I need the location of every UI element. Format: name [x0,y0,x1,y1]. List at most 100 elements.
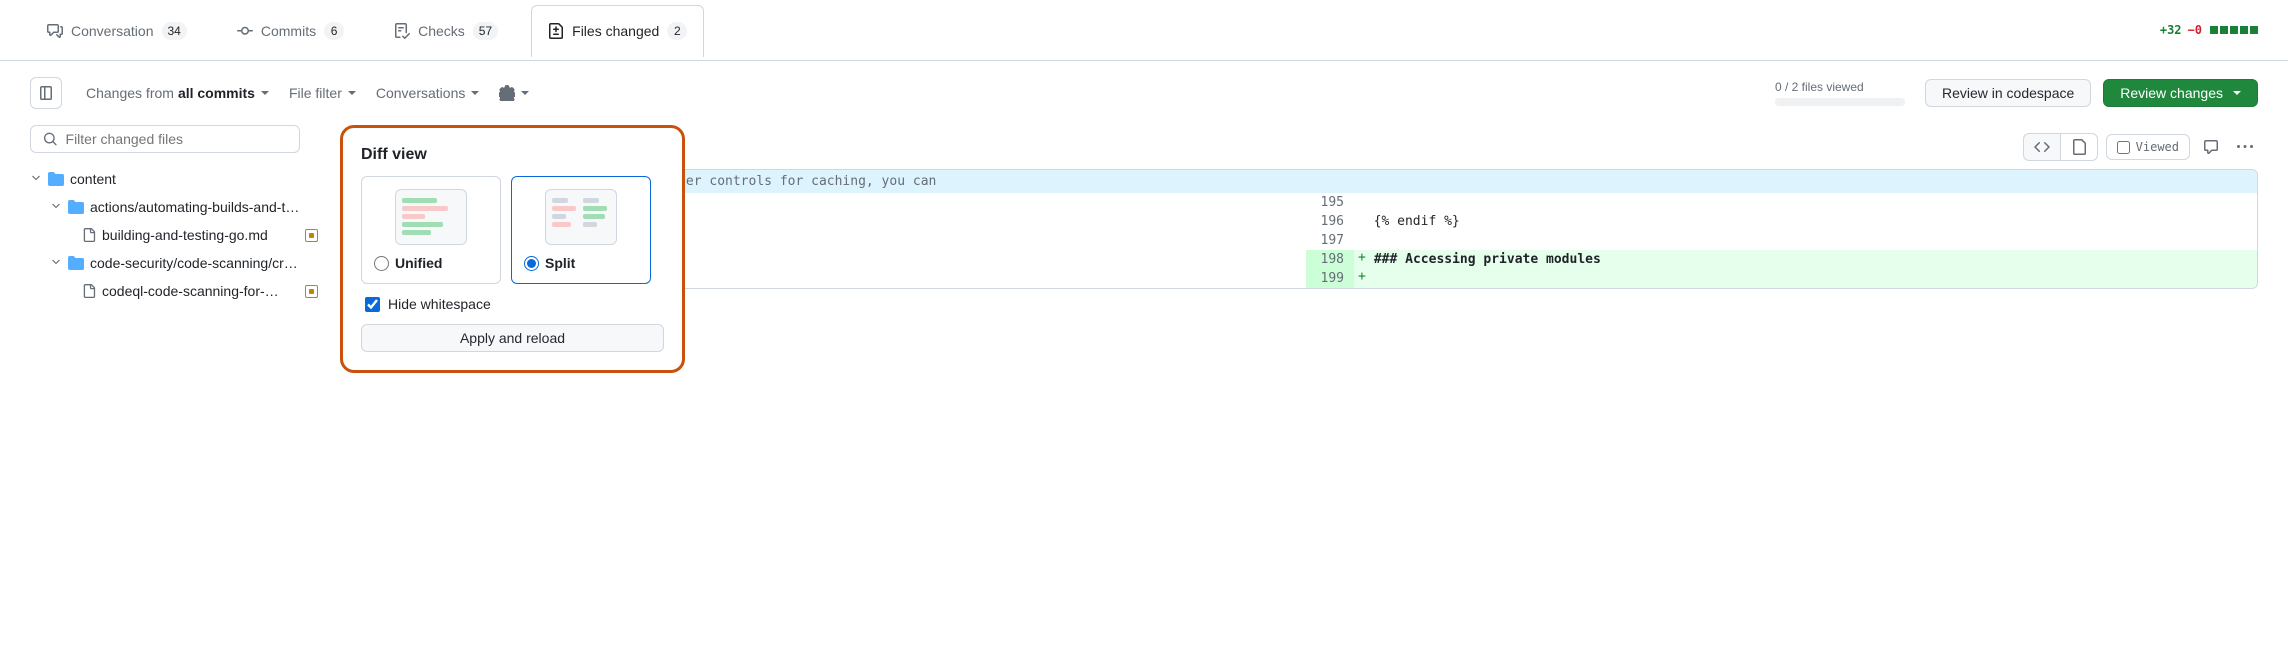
viewed-checkbox[interactable] [2117,141,2130,154]
line-number: 198 [1306,250,1354,269]
gear-icon [499,85,515,101]
tree-folder-actions[interactable]: actions/automating-builds-and-t… [30,193,318,221]
review-changes-label: Review changes [2120,85,2223,101]
unified-preview-icon [395,189,467,245]
split-preview-icon [545,189,617,245]
file-icon [2071,139,2087,155]
caret-down-icon [261,91,269,95]
files-viewed-progress: 0 / 2 files viewed [1775,80,1905,106]
file-icon [82,283,96,299]
tree-file-building[interactable]: building-and-testing-go.md [30,221,318,249]
diff-stat-block [2250,26,2258,34]
source-view-button[interactable] [2023,133,2060,161]
filter-files-input-wrap[interactable] [30,125,300,153]
tab-checks-count: 57 [473,22,498,40]
diff-stat-summary: +32 −0 [2160,23,2258,37]
tree-folder-label: code-security/code-scanning/cr… [90,255,318,271]
changes-from-value: all commits [178,85,255,101]
file-kebab-menu[interactable] [2232,134,2258,160]
tab-conversation-count: 34 [162,22,187,40]
file-diff-icon [548,23,564,39]
tab-files-count: 2 [667,22,687,40]
review-changes-button[interactable]: Review changes [2103,79,2258,107]
unified-label: Unified [395,255,442,271]
changes-from-dropdown[interactable]: Changes from all commits [78,81,277,105]
diff-view-unified-option[interactable]: Unified [361,176,501,284]
line-number: 197 [1306,231,1354,250]
changes-from-prefix: Changes from [86,85,174,101]
folder-icon [68,255,84,271]
tree-file-codeql[interactable]: codeql-code-scanning-for-… [30,277,318,305]
rendered-view-button[interactable] [2060,133,2098,161]
line-content: ### Accessing private modules [1370,250,2257,269]
tab-files-changed[interactable]: Files changed 2 [531,5,704,57]
progress-bar [1775,98,1905,106]
hide-whitespace-option[interactable]: Hide whitespace [361,296,664,312]
caret-down-icon [471,91,479,95]
viewed-toggle[interactable]: Viewed [2106,134,2190,160]
diff-stat-block [2230,26,2238,34]
conversations-label: Conversations [376,85,466,101]
tree-folder-label: content [70,171,318,187]
chevron-down-icon [50,199,62,215]
line-number: 195 [1306,193,1354,212]
tab-conversation[interactable]: Conversation 34 [30,5,204,56]
diff-settings-button[interactable] [491,81,537,105]
file-filter-label: File filter [289,85,342,101]
tree-folder-label: actions/automating-builds-and-t… [90,199,318,215]
unified-radio[interactable] [374,256,389,271]
code-icon [2034,139,2050,155]
file-comment-button[interactable] [2198,134,2224,160]
caret-down-icon [348,91,356,95]
filter-files-input[interactable] [66,131,287,147]
popover-title: Diff view [361,146,664,164]
diff-settings-popover: Diff view Unified [340,125,685,373]
modified-indicator-icon [305,285,318,298]
file-icon [82,227,96,243]
comment-icon [2203,139,2219,155]
progress-text: 0 / 2 files viewed [1775,80,1905,94]
diff-stat-block [2210,26,2218,34]
line-number: 196 [1306,212,1354,231]
diff-stat-block [2220,26,2228,34]
tab-commits[interactable]: Commits 6 [220,5,361,56]
conversations-dropdown[interactable]: Conversations [368,81,488,105]
split-radio[interactable] [524,256,539,271]
search-icon [43,131,58,147]
chevron-down-icon [30,171,42,187]
tree-file-label: codeql-code-scanning-for-… [102,283,299,299]
tree-file-label: building-and-testing-go.md [102,227,299,243]
tree-folder-security[interactable]: code-security/code-scanning/cr… [30,249,318,277]
git-commit-icon [237,23,253,39]
hide-whitespace-label: Hide whitespace [388,296,491,312]
deletions-count: −0 [2188,23,2202,37]
diff-view-split-option[interactable]: Split [511,176,651,284]
tree-folder-content[interactable]: content [30,165,318,193]
kebab-icon [2237,139,2253,155]
tab-commits-count: 6 [324,22,344,40]
tab-checks[interactable]: Checks 57 [377,5,515,56]
tab-checks-label: Checks [418,23,465,39]
comment-discussion-icon [47,23,63,39]
split-label: Split [545,255,575,271]
line-number: 199 [1306,269,1354,288]
tab-files-label: Files changed [572,23,659,39]
hide-whitespace-checkbox[interactable] [365,297,380,312]
line-content: {% endif %} [1354,212,2257,231]
tab-commits-label: Commits [261,23,316,39]
folder-icon [68,199,84,215]
checklist-icon [394,23,410,39]
additions-count: +32 [2160,23,2182,37]
caret-down-icon [521,91,529,95]
review-in-codespace-button[interactable]: Review in codespace [1925,79,2091,107]
file-filter-dropdown[interactable]: File filter [281,81,364,105]
apply-and-reload-button[interactable]: Apply and reload [361,324,664,352]
modified-indicator-icon [305,229,318,242]
diff-stat-block [2240,26,2248,34]
chevron-down-icon [50,255,62,271]
caret-down-icon [2233,91,2241,95]
tab-conversation-label: Conversation [71,23,154,39]
viewed-label: Viewed [2136,140,2179,154]
folder-icon [48,171,64,187]
toggle-file-tree-button[interactable] [30,77,62,109]
